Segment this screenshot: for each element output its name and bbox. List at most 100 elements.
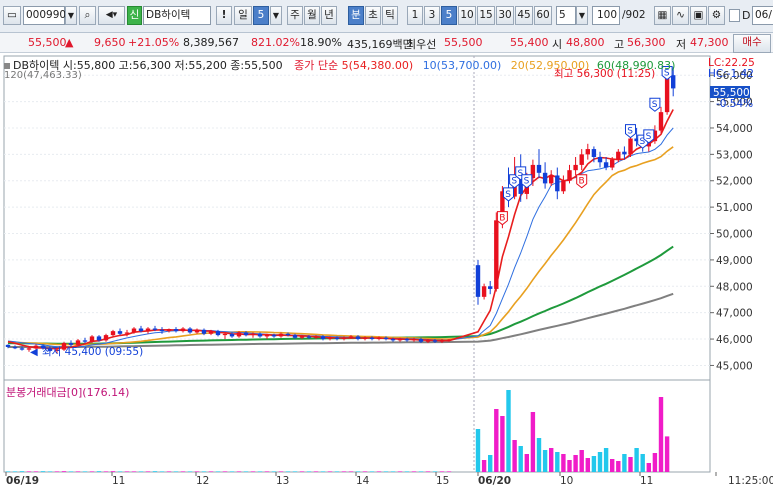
ma-legend-title: 종가 단순: [294, 59, 339, 72]
volume-bar: [518, 446, 523, 472]
period-value-box[interactable]: 5: [253, 6, 269, 25]
candle-body: [555, 175, 560, 192]
candle-body: [194, 329, 200, 333]
shin-badge[interactable]: 신: [127, 6, 142, 25]
buy-signal-icon-letter: B: [579, 177, 585, 187]
period-day-button[interactable]: 일: [234, 6, 252, 25]
volume-bar: [110, 471, 116, 472]
candle-body: [201, 329, 207, 334]
sound-icon[interactable]: ◀▾: [98, 6, 125, 25]
candle-body: [425, 340, 431, 342]
volume-bar: [138, 471, 144, 472]
buy-button[interactable]: 매수: [733, 34, 771, 53]
candle-body: [292, 335, 298, 338]
turnover: 18.90%: [300, 36, 342, 49]
second-button[interactable]: 초: [365, 6, 381, 25]
volume-bar: [530, 412, 536, 472]
ma120-legend: 120(47,463.33): [4, 70, 82, 81]
stock-name-field[interactable]: DB하이텍: [143, 6, 211, 25]
week-button[interactable]: 주: [287, 6, 303, 25]
interval-15[interactable]: 15: [477, 6, 495, 25]
candle-body: [439, 340, 445, 342]
candle-body: [579, 154, 584, 165]
date-input[interactable]: 06/: [752, 6, 773, 25]
sell-signal-icon-letter: S: [524, 177, 530, 187]
sell-signal-icon-letter: S: [627, 127, 633, 137]
open-price: 48,800: [566, 36, 605, 49]
x-tick-label: 15: [436, 475, 449, 486]
interval-input[interactable]: 5: [556, 6, 576, 25]
toolbar: ▭ 000990 ▼ ⌕ ◀▾ 신 DB하이텍 ! 일 5 ▼ 주 월 년 분 …: [0, 0, 773, 33]
candle-body: [110, 331, 116, 336]
volume-bar: [222, 471, 228, 472]
volume-bar: [585, 458, 590, 472]
month-button[interactable]: 월: [304, 6, 320, 25]
volume-bar: [341, 471, 347, 472]
candle-body: [603, 162, 609, 168]
grid-icon[interactable]: ▦: [654, 6, 671, 25]
year-button[interactable]: 년: [321, 6, 337, 25]
candle-body: [390, 339, 396, 341]
y-tick-label: 54,000: [716, 123, 753, 135]
chart-line-icon[interactable]: ∿: [672, 6, 689, 25]
candle-body: [573, 164, 578, 171]
candle-body: [285, 333, 291, 336]
volume-bar: [506, 390, 511, 472]
search-icon[interactable]: ⌕: [79, 6, 96, 25]
d-checkbox[interactable]: [729, 9, 740, 22]
candle-body: [222, 333, 228, 336]
price-chart[interactable]: 56,00055,00054,00053,00052,00051,00050,0…: [0, 54, 773, 486]
volume-bar: [567, 460, 572, 472]
volume-bar: [432, 471, 438, 472]
interval-3[interactable]: 3: [424, 6, 440, 25]
count-input[interactable]: 100: [592, 6, 620, 25]
volume-bar: [166, 471, 172, 472]
candle-body: [622, 151, 627, 155]
x-tick-label: 14: [356, 475, 370, 486]
interval-5[interactable]: 5: [441, 6, 457, 25]
volume-bar: [481, 460, 487, 472]
candle-body: [173, 329, 179, 332]
volume-bar: [542, 450, 548, 472]
minute-button[interactable]: 분: [348, 6, 364, 25]
volume-bar: [383, 471, 389, 472]
candle-body: [313, 336, 319, 338]
exclamation-button[interactable]: !: [216, 6, 232, 25]
volume-bar: [664, 436, 670, 472]
window-icon[interactable]: ▭: [3, 6, 21, 25]
interval-10[interactable]: 10: [458, 6, 476, 25]
candle-body: [597, 156, 603, 163]
candle-body: [19, 348, 25, 350]
ma10-line: [7, 127, 674, 349]
interval-45[interactable]: 45: [515, 6, 533, 25]
interval-1[interactable]: 1: [407, 6, 423, 25]
volume-legend: 분봉거래대금[0](176.14): [6, 386, 130, 399]
candle-body: [536, 164, 542, 173]
volume-bar: [646, 463, 651, 472]
candle-body: [306, 336, 312, 338]
volume-bar: [187, 471, 193, 472]
save-icon[interactable]: ▣: [690, 6, 707, 25]
tick-button[interactable]: 틱: [382, 6, 398, 25]
chevron-down-icon[interactable]: ▼: [270, 6, 282, 25]
volume-bar: [355, 471, 361, 472]
x-tick-label: 11: [640, 475, 653, 486]
current-price: 55,500: [28, 36, 67, 49]
candle-body: [355, 336, 361, 340]
gear-icon[interactable]: ⚙: [708, 6, 725, 25]
chevron-down-icon[interactable]: ▼: [576, 6, 588, 25]
interval-30[interactable]: 30: [496, 6, 514, 25]
candle-body: [369, 337, 375, 340]
x-tick-label: 13: [276, 475, 289, 486]
volume-bar: [250, 471, 256, 472]
volume-bar: [628, 457, 633, 472]
d-checkbox-label: D: [742, 9, 751, 22]
volume-bar: [411, 471, 417, 472]
volume-bar: [500, 416, 505, 472]
chevron-down-icon[interactable]: ▼: [65, 6, 77, 25]
volume-bar: [573, 455, 578, 472]
stock-code-input[interactable]: 000990: [23, 6, 66, 25]
interval-60[interactable]: 60: [534, 6, 552, 25]
volume-bar: [320, 471, 326, 472]
volume-bar: [439, 471, 445, 472]
